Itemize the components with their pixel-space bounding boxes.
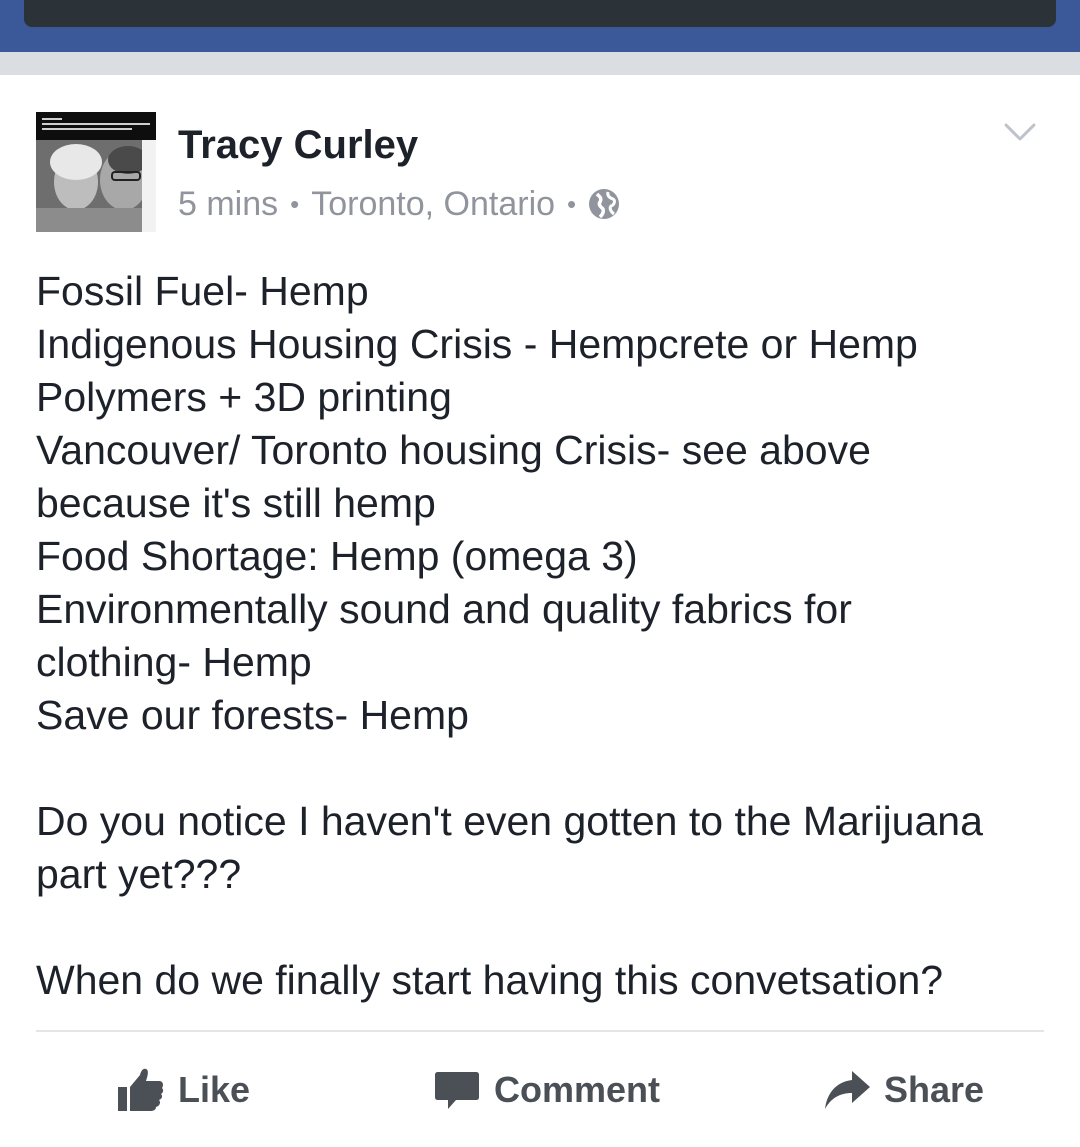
post-actions: Like Comment Share <box>0 1055 1080 1125</box>
search-bar-area[interactable] <box>24 0 1056 27</box>
comment-label: Comment <box>494 1069 661 1110</box>
post-text-line: Polymers + 3D printing <box>36 374 452 420</box>
share-arrow-icon <box>822 1065 872 1115</box>
share-label: Share <box>884 1069 985 1110</box>
post-text-line: Save our forests- Hemp <box>36 692 469 738</box>
post-meta: 5 mins • Toronto, Ontario • <box>178 182 620 226</box>
post-card: Tracy Curley 5 mins • Toronto, Ontario •… <box>0 75 1080 1147</box>
post-text-line: Fossil Fuel- Hemp <box>36 268 369 314</box>
like-button[interactable]: Like <box>116 1055 250 1125</box>
post-options-chevron-icon[interactable] <box>1000 117 1040 145</box>
post-time[interactable]: 5 mins <box>178 185 278 224</box>
post-text-line <box>36 901 1046 954</box>
post-text-line: because it's still hemp <box>36 480 436 526</box>
post-text-line: Vancouver/ Toronto housing Crisis- see a… <box>36 427 871 473</box>
action-divider <box>36 1030 1044 1032</box>
post-text-line: When do we finally start having this con… <box>36 957 944 1003</box>
post-text-line: part yet??? <box>36 851 242 897</box>
feed-separator <box>0 52 1080 75</box>
post-text-line: clothing- Hemp <box>36 639 312 685</box>
post-text-line: Environmentally sound and quality fabric… <box>36 586 852 632</box>
author-name[interactable]: Tracy Curley <box>178 123 418 168</box>
meta-separator: • <box>290 188 300 219</box>
like-label: Like <box>178 1069 251 1110</box>
meta-separator: • <box>567 188 577 219</box>
post-location[interactable]: Toronto, Ontario <box>311 185 555 224</box>
comment-button[interactable]: Comment <box>432 1055 660 1125</box>
share-button[interactable]: Share <box>822 1055 984 1125</box>
post-text-line: Do you notice I haven't even gotten to t… <box>36 798 983 844</box>
comment-bubble-icon <box>432 1065 482 1115</box>
thumbs-up-icon <box>116 1065 166 1115</box>
post-text: Fossil Fuel- Hemp Indigenous Housing Cri… <box>36 265 1046 1007</box>
globe-icon <box>588 188 620 220</box>
post-text-line: Food Shortage: Hemp (omega 3) <box>36 533 638 579</box>
top-navigation-bar <box>0 0 1080 52</box>
post-text-line: Indigenous Housing Crisis - Hempcrete or… <box>36 321 918 367</box>
post-text-line <box>36 742 1046 795</box>
avatar[interactable] <box>36 112 156 232</box>
avatar-photo <box>36 112 156 232</box>
